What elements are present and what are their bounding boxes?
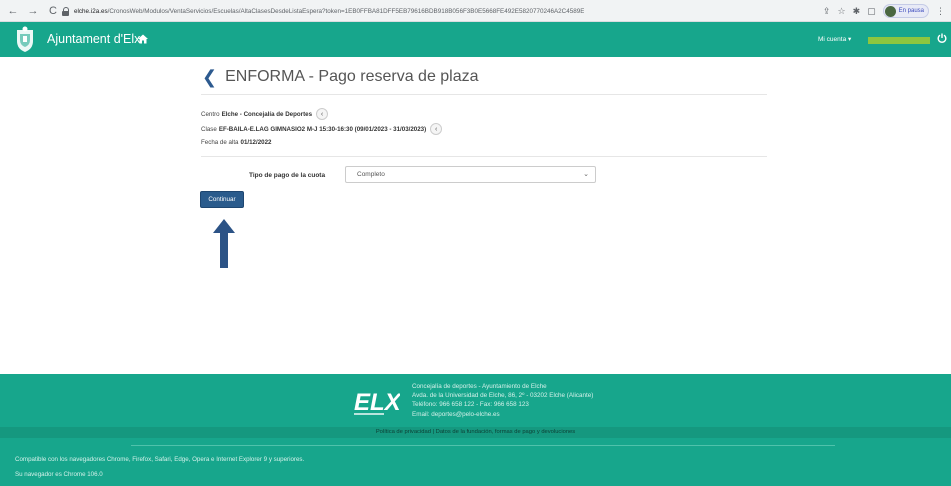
profile-button[interactable]: En pausa xyxy=(882,4,929,18)
title-divider xyxy=(201,94,767,95)
footer-divider xyxy=(131,445,835,446)
share-icon[interactable]: ⇪ xyxy=(823,3,831,19)
up-arrow-annotation-icon xyxy=(213,219,235,268)
url-path: /CronosWeb/Modulos/VentaServicios/Escuel… xyxy=(107,7,585,15)
continue-button[interactable]: Continuar xyxy=(200,191,244,208)
profile-label: En pausa xyxy=(898,8,924,14)
fecha-line: Fecha de alta 01/12/2022 xyxy=(201,139,271,146)
footer-email[interactable]: Email: deportes@pelo-elche.es xyxy=(412,410,593,419)
star-icon[interactable]: ☆ xyxy=(838,3,846,19)
footer: ELX Concejalía de deportes - Ayuntamient… xyxy=(0,374,951,486)
footer-info-line: Teléfono: 966 658 122 - Fax: 966 658 123 xyxy=(412,401,529,409)
fecha-value: 01/12/2022 xyxy=(240,139,272,146)
city-crest-logo-icon[interactable] xyxy=(14,26,36,53)
reload-icon[interactable]: C xyxy=(46,4,60,18)
user-name-bar xyxy=(868,37,930,44)
tipo-pago-label: Tipo de pago de la cuota xyxy=(249,172,326,179)
home-icon[interactable] xyxy=(138,34,148,44)
clase-line: Clase EF-BAILA-E.LAG GIMNASIO2 M-J 15:30… xyxy=(201,123,443,135)
page-title: ENFORMA - Pago reserva de plaza xyxy=(225,68,479,85)
chevron-left-icon[interactable]: ‹ xyxy=(316,108,329,120)
elx-logo-icon: ELX xyxy=(354,389,400,416)
browser-version-text: Su navegador es Chrome 106.0 xyxy=(15,471,103,478)
footer-info-line: Concejalía de deportes - Ayuntamiento de… xyxy=(412,383,547,390)
app-header: Ajuntament d'Elx Mi cuenta ▾ xyxy=(0,22,951,57)
sidepanel-icon[interactable]: ▢ xyxy=(867,3,876,19)
back-arrow-icon[interactable]: ← xyxy=(6,4,20,18)
tipo-pago-select[interactable]: Completo ⌄ xyxy=(345,166,596,183)
avatar xyxy=(884,5,896,17)
url-domain: elche.i2a.es xyxy=(74,7,108,15)
fecha-label: Fecha de alta xyxy=(201,139,239,146)
svg-text:ELX: ELX xyxy=(354,389,400,416)
info-divider xyxy=(201,156,767,157)
browser-compat-text: Compatible con los navegadores Chrome, F… xyxy=(15,456,305,463)
address-bar[interactable]: elche.i2a.es/CronosWeb/Modulos/VentaServ… xyxy=(62,3,822,19)
clase-label: Clase xyxy=(201,125,217,133)
browser-toolbar: ← → C elche.i2a.es/CronosWeb/Modulos/Ven… xyxy=(0,0,951,22)
clase-value: EF-BAILA-E.LAG GIMNASIO2 M-J 15:30-16:30… xyxy=(218,125,427,133)
centro-value: Elche - Concejalía de Deportes xyxy=(221,110,313,118)
chevron-down-icon: ⌄ xyxy=(583,171,589,178)
tipo-pago-value: Completo xyxy=(357,171,385,178)
chevron-left-icon[interactable]: ‹ xyxy=(430,123,443,135)
footer-links[interactable]: Política de privacidad | Datos de la fun… xyxy=(0,429,951,435)
page-title-row: ❮ ENFORMA - Pago reserva de plaza xyxy=(202,68,479,86)
centro-label: Centro xyxy=(201,110,220,118)
app-title[interactable]: Ajuntament d'Elx xyxy=(47,32,140,46)
back-chevron-icon[interactable]: ❮ xyxy=(202,68,217,86)
extensions-icon[interactable]: ✱ xyxy=(853,3,861,19)
lock-icon xyxy=(62,6,70,16)
menu-kebab-icon[interactable]: ⋮ xyxy=(936,3,945,19)
forward-arrow-icon[interactable]: → xyxy=(26,4,40,18)
centro-line: Centro Elche - Concejalía de Deportes ‹ xyxy=(201,108,329,120)
account-menu[interactable]: Mi cuenta ▾ xyxy=(818,35,851,43)
footer-contact: Concejalía de deportes - Ayuntamiento de… xyxy=(412,382,593,419)
power-icon[interactable] xyxy=(937,33,947,43)
footer-info-line: Avda. de la Universidad de Elche, 86, 2º… xyxy=(412,392,594,400)
